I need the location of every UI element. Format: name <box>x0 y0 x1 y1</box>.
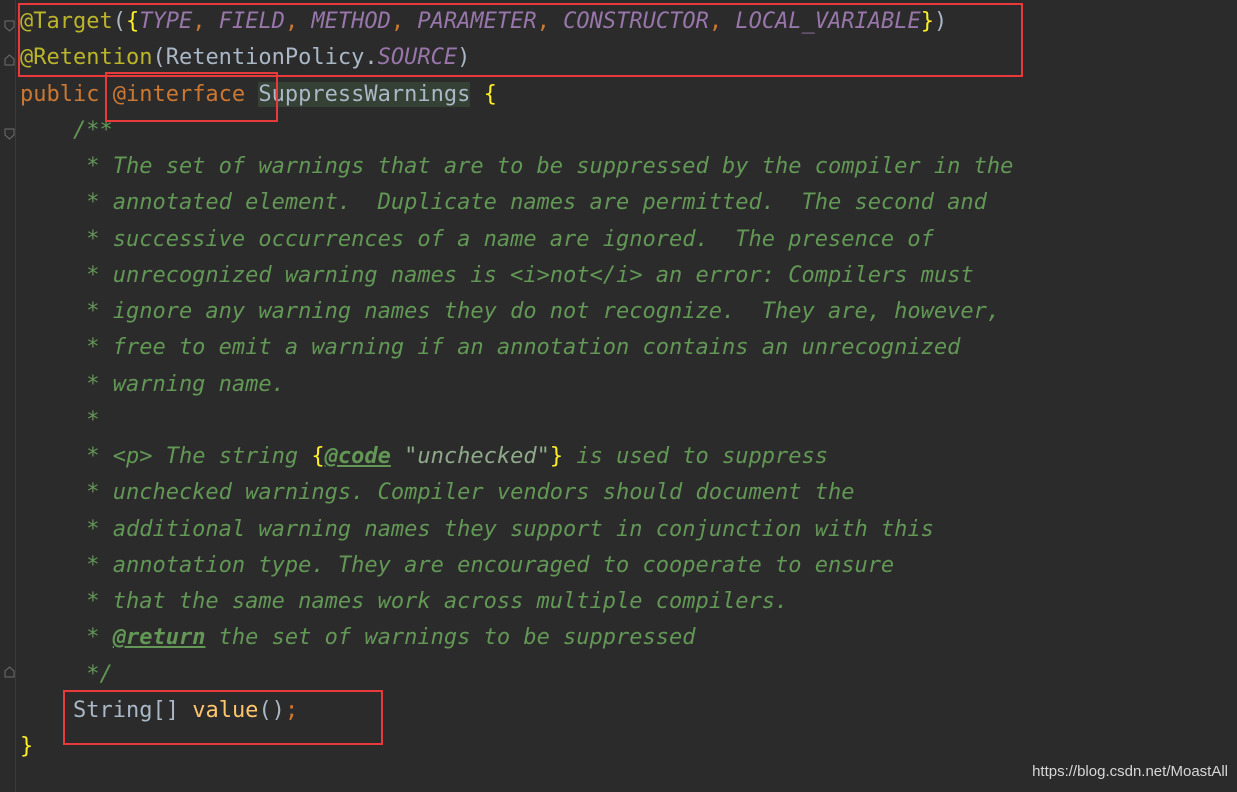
code-line[interactable]: * ignore any warning names they do not r… <box>20 294 1013 330</box>
code-token: The string <box>152 444 312 469</box>
code-line[interactable]: * annotation type. They are encouraged t… <box>20 548 1013 584</box>
code-token: * unchecked warnings. Compiler vendors s… <box>20 480 855 506</box>
code-token: </i> <box>589 262 643 288</box>
code-line[interactable]: * @return the set of warnings to be supp… <box>20 620 1013 656</box>
code-token: } <box>20 734 34 759</box>
code-token: * <box>20 444 113 469</box>
code-token: is used to suppress <box>563 444 829 469</box>
watermark: https://blog.csdn.net/MoastAll <box>1032 763 1228 780</box>
code-token: SuppressWarnings <box>258 81 471 107</box>
code-token: the set of warnings to be suppressed <box>205 625 696 651</box>
code-line[interactable]: * unchecked warnings. Compiler vendors s… <box>20 475 1013 511</box>
code-token: * unrecognized warning names is <box>20 262 511 288</box>
code-token: } <box>549 444 564 469</box>
code-token: * free to emit a warning if an annotatio… <box>20 335 961 361</box>
code-line[interactable]: * free to emit a warning if an annotatio… <box>20 330 1013 366</box>
fold-marker-icon[interactable] <box>4 666 15 678</box>
code-token: /** <box>20 117 113 143</box>
code-token: public <box>20 81 113 107</box>
code-token: <i> <box>510 262 550 288</box>
code-token: * <box>20 625 113 651</box>
code-token: { <box>311 444 325 469</box>
gutter-divider <box>15 0 16 792</box>
code-token: * annotated element. Duplicate names are… <box>20 190 987 216</box>
code-token: * warning name. <box>20 371 285 397</box>
code-token: @return <box>112 625 206 651</box>
code-line[interactable]: * <box>20 403 1013 439</box>
fold-marker-icon[interactable] <box>4 54 15 66</box>
interface-keyword-highlight-box <box>105 72 278 122</box>
code-token: not <box>549 262 590 288</box>
fold-marker-icon[interactable] <box>4 20 15 32</box>
code-line[interactable]: * additional warning names they support … <box>20 512 1013 548</box>
code-token: * ignore any warning names they do not r… <box>20 299 1001 324</box>
value-method-highlight-box <box>63 690 383 745</box>
fold-marker-icon[interactable] <box>4 128 15 140</box>
code-token: an error: Compilers must <box>642 262 974 288</box>
code-line[interactable]: * warning name. <box>20 367 1013 403</box>
code-token: "unchecked" <box>390 444 550 469</box>
code-token: * additional warning names they support … <box>20 516 934 542</box>
code-line[interactable]: * unrecognized warning names is <i>not</… <box>20 258 1013 294</box>
code-token: @code <box>324 444 391 469</box>
code-token: * <box>20 407 100 433</box>
code-token: * annotation type. They are encouraged t… <box>20 552 895 578</box>
code-token: * that the same names work across multip… <box>20 589 789 614</box>
annotation-highlight-box <box>18 3 1023 77</box>
code-token: * The set of warnings that are to be sup… <box>20 154 1014 179</box>
code-token: <p> <box>112 444 153 469</box>
code-token: */ <box>20 661 113 687</box>
code-line[interactable]: */ <box>20 657 1013 693</box>
code-token: { <box>483 81 497 107</box>
code-line[interactable]: * successive occurrences of a name are i… <box>20 222 1013 258</box>
code-line[interactable]: * The set of warnings that are to be sup… <box>20 149 1013 185</box>
code-line[interactable]: * <p> The string {@code "unchecked"} is … <box>20 439 1013 475</box>
code-line[interactable]: * annotated element. Duplicate names are… <box>20 185 1013 221</box>
code-token: * successive occurrences of a name are i… <box>20 226 934 252</box>
code-line[interactable]: * that the same names work across multip… <box>20 584 1013 620</box>
